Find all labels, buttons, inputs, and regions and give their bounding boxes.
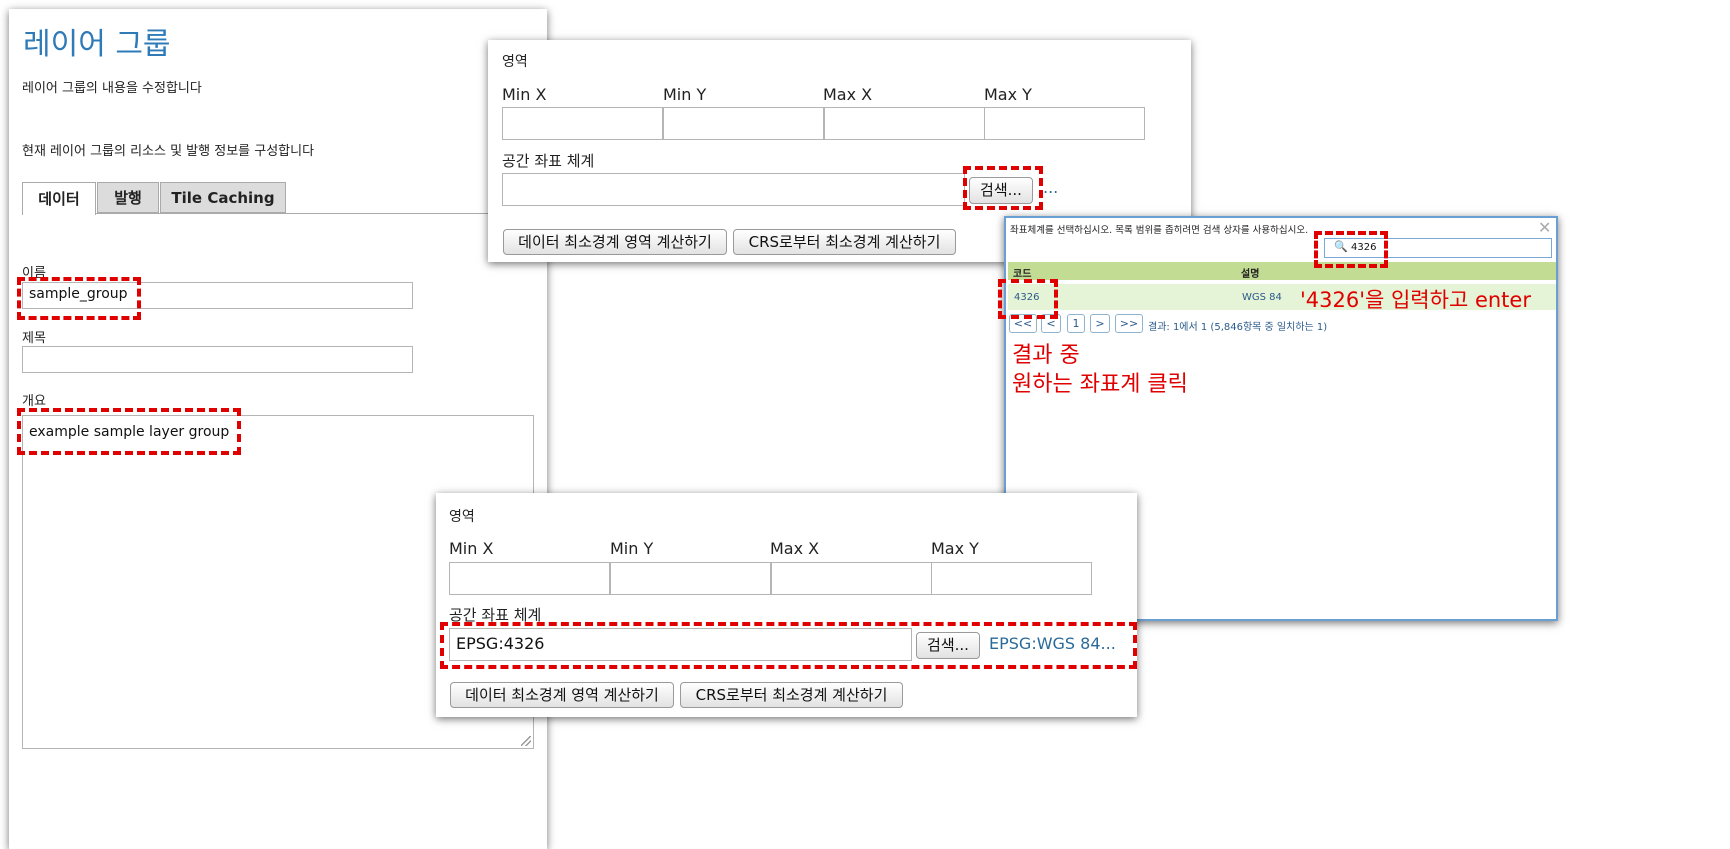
highlight-srs-search-input: [1314, 231, 1388, 268]
max-x-label: Max X: [823, 85, 873, 104]
compute-data-bounds-button[interactable]: 데이터 최소경계 영역 계산하기: [503, 229, 727, 255]
highlight-name-field: [17, 277, 141, 320]
highlight-srs-code-cell: [998, 279, 1058, 319]
compute-crs-bounds-button[interactable]: CRS로부터 최소경계 계산하기: [733, 229, 956, 255]
srs-table-header: 코드 설명: [1008, 262, 1556, 280]
page-subtitle: 레이어 그룹의 내용을 수정합니다: [22, 81, 202, 96]
max-y-field[interactable]: [984, 107, 1145, 140]
highlight-abstract-field: [17, 408, 241, 455]
tab-bar: [22, 213, 547, 214]
tab-data[interactable]: 데이터: [22, 182, 96, 215]
max-y-label: Max Y: [931, 539, 979, 558]
min-x-field[interactable]: [449, 562, 610, 595]
result-hint-annotation-line2: 원하는 좌표계 클릭: [1012, 372, 1188, 397]
page-number-button[interactable]: 1: [1067, 314, 1085, 333]
srs-desc-cell: WGS 84: [1242, 292, 1282, 303]
title-field[interactable]: [22, 346, 413, 373]
tab-publishing[interactable]: 발행: [97, 182, 159, 213]
tab-tile-caching[interactable]: Tile Caching: [160, 182, 286, 213]
srs-display-text: ...: [1043, 178, 1059, 197]
min-y-field[interactable]: [663, 107, 824, 140]
description-column-header[interactable]: 설명: [1241, 265, 1259, 280]
dialog-close-icon[interactable]: ✕: [1538, 218, 1551, 237]
max-x-label: Max X: [770, 539, 820, 558]
code-column-header[interactable]: 코드: [1013, 265, 1031, 280]
bounds-section-label: 영역: [502, 54, 528, 70]
dialog-header-text: 좌표체계를 선택하십시오. 목록 범위를 좁히려면 검색 상자를 사용하십시오.: [1010, 225, 1309, 236]
max-x-field[interactable]: [824, 107, 985, 140]
min-x-label: Min X: [502, 85, 547, 104]
min-y-label: Min Y: [610, 539, 654, 558]
resize-grip-icon[interactable]: [521, 736, 531, 746]
max-x-field[interactable]: [771, 562, 932, 595]
highlight-search-button: [963, 166, 1043, 210]
highlight-srs-result-row: [440, 622, 1137, 669]
min-x-field[interactable]: [502, 107, 663, 140]
page-last-button[interactable]: >>: [1115, 314, 1143, 333]
srs-label: 공간 좌표 체계: [502, 152, 595, 170]
compute-data-bounds-button[interactable]: 데이터 최소경계 영역 계산하기: [450, 682, 674, 708]
srs-field[interactable]: [502, 173, 965, 206]
bounds-section-label: 영역: [449, 509, 475, 525]
result-hint-annotation-line1: 결과 중: [1012, 343, 1080, 368]
max-y-field[interactable]: [931, 562, 1092, 595]
min-y-label: Min Y: [663, 85, 707, 104]
min-x-label: Min X: [449, 539, 494, 558]
page-description: 현재 레이어 그룹의 리소스 및 발행 정보를 구성합니다: [22, 144, 315, 159]
bounds-panel-bottom: 영역 Min X Min Y Max X Max Y 공간 좌표 체계 EPSG…: [436, 493, 1137, 717]
result-count-text: 결과: 1에서 1 (5,846항목 중 일치하는 1): [1148, 322, 1328, 333]
abstract-label: 개요: [22, 394, 46, 409]
title-label: 제목: [22, 331, 46, 346]
compute-crs-bounds-button[interactable]: CRS로부터 최소경계 계산하기: [680, 682, 903, 708]
max-y-label: Max Y: [984, 85, 1032, 104]
page-next-button[interactable]: >: [1090, 314, 1110, 333]
page-title: 레이어 그룹: [23, 27, 171, 62]
enter-hint-annotation: '4326'을 입력하고 enter: [1300, 288, 1531, 312]
min-y-field[interactable]: [610, 562, 771, 595]
